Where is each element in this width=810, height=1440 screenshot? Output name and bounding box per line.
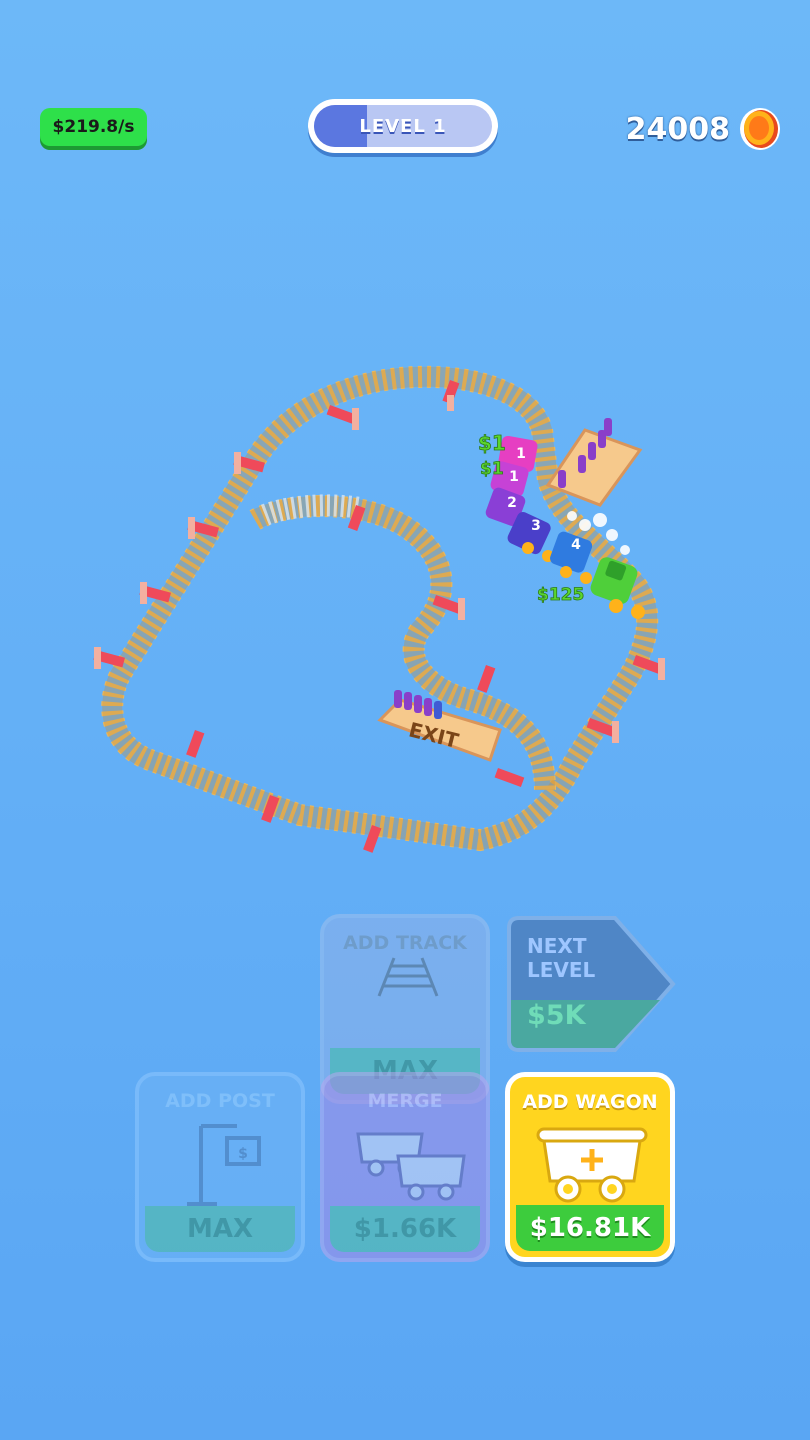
track-post [186, 730, 205, 758]
reward-popup: $1 [480, 459, 504, 479]
merge-price: $1.66K [330, 1206, 480, 1252]
track-post [326, 404, 359, 430]
reward-popup: $1 [478, 431, 506, 455]
wagon-number: 4 [571, 537, 581, 553]
svg-text:$: $ [238, 1146, 248, 1162]
next-level-title-line1: NEXT [527, 934, 587, 958]
reward-popup: $125 [537, 585, 584, 605]
railway-track-outer [101, 365, 659, 852]
add-post-button[interactable]: ADD POST $ MAX [135, 1072, 305, 1262]
wagon-number: 3 [531, 518, 541, 534]
game-board: EXIT 1 1 2 3 4 $1 $1 $125 [93, 365, 665, 853]
track-post [477, 665, 496, 693]
merge-button[interactable]: MERGE $1.66K [320, 1072, 490, 1262]
track-post [494, 768, 525, 787]
wagon-number: 1 [516, 446, 526, 462]
wagon-number: 1 [509, 469, 519, 485]
next-level-title-line2: LEVEL [527, 958, 596, 982]
track-post [93, 647, 125, 669]
railway-track-inner [249, 494, 556, 791]
wagon-number: 2 [507, 495, 517, 511]
add-post-price: MAX [145, 1206, 295, 1252]
next-level-price: $5K [527, 1000, 586, 1031]
add-wagon-button[interactable]: ADD WAGON $16.81K [505, 1072, 675, 1262]
add-wagon-price: $16.81K [516, 1205, 664, 1251]
